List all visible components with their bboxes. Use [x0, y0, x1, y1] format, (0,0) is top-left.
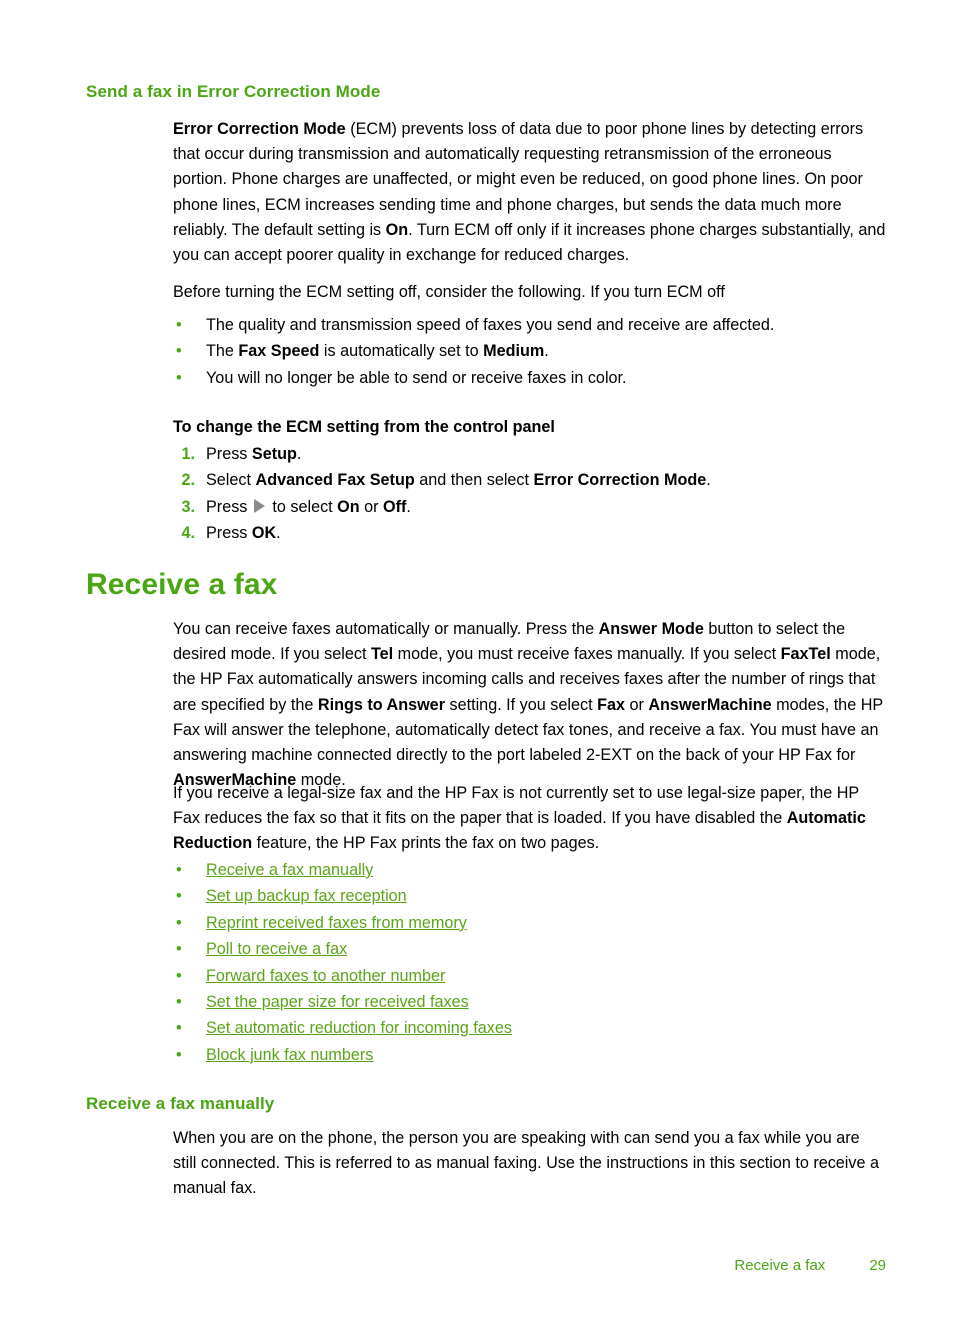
setup-bold: Setup	[251, 445, 297, 463]
numbered-step: 3. Press to select On or Off.	[173, 494, 887, 520]
error-correction-mode-bold: Error Correction Mode	[533, 471, 707, 490]
link-set-the-paper-size-for-received-faxes[interactable]: Set the paper size for received faxes	[206, 993, 469, 1011]
list-item-text: The	[206, 342, 239, 361]
footer-page-number: 29	[869, 1257, 886, 1274]
list-ecm-procedure: 1. Press Setup. 2. Select Advanced Fax Set…	[173, 441, 887, 547]
bullet-icon: •	[176, 966, 182, 985]
list-item: • Block junk fax numbers	[173, 1042, 887, 1068]
rcv-t6: or	[624, 695, 649, 714]
list-item-text: You will no longer be able to send or re…	[206, 368, 627, 387]
faxtel-bold: FaxTel	[780, 645, 831, 664]
bullet-icon: •	[176, 940, 182, 959]
legal-t2: feature, the HP Fax prints the fax on tw…	[252, 834, 600, 853]
list-item: • The quality and transmission speed of f…	[173, 312, 887, 338]
step-text: Press	[206, 524, 252, 543]
link-receive-a-fax-manually[interactable]: Receive a fax manually	[206, 861, 373, 879]
step-text-or: or	[359, 497, 384, 516]
rcv-t1: You can receive faxes automatically or m…	[173, 620, 599, 638]
list-item-text: The quality and transmission speed of fa…	[206, 316, 775, 334]
step-number: 3.	[181, 497, 195, 516]
footer-section-title: Receive a fax	[734, 1257, 826, 1274]
heading-receive-a-fax: Receive a fax	[86, 568, 278, 601]
numbered-step: 4. Press OK.	[173, 520, 887, 546]
list-ecm-effects: • The quality and transmission speed of f…	[173, 312, 887, 391]
link-block-junk-fax-numbers[interactable]: Block junk fax numbers	[206, 1046, 373, 1064]
right-arrow-icon	[253, 498, 265, 513]
list-item: • You will no longer be able to send or r…	[173, 365, 887, 391]
procedure-title-ecm: To change the ECM setting from the contr…	[173, 418, 555, 436]
step-text-mid: and then select	[414, 471, 534, 490]
numbered-step: 1. Press Setup.	[173, 441, 887, 467]
paragraph-ecm-description: Error Correction Mode (ECM) prevents los…	[173, 117, 887, 268]
numbered-step: 2. Select Advanced Fax Setup and then sel…	[173, 467, 887, 493]
step-text: Select	[206, 471, 256, 490]
bullet-icon: •	[176, 1045, 182, 1064]
bullet-icon: •	[176, 913, 182, 932]
ecm-default-on-bold: On	[385, 220, 409, 239]
document-page: Send a fax in Error Correction Mode Erro…	[0, 0, 954, 1321]
fax-speed-bold: Fax Speed	[238, 342, 320, 361]
off-bold: Off	[383, 497, 407, 516]
paragraph-receive-modes: You can receive faxes automatically or m…	[173, 617, 887, 793]
step-text-end: .	[406, 497, 411, 516]
list-item: • Set automatic reduction for incoming fa…	[173, 1015, 887, 1041]
answer-mode-bold: Answer Mode	[598, 620, 704, 638]
bullet-icon: •	[176, 316, 182, 334]
bullet-icon: •	[176, 992, 182, 1011]
list-item: • Reprint received faxes from memory	[173, 910, 887, 936]
step-text: Press	[206, 497, 252, 516]
heading-receive-a-fax-manually: Receive a fax manually	[86, 1094, 275, 1113]
ecm-term-bold: Error Correction Mode	[173, 120, 346, 138]
step-text: Press	[206, 445, 252, 463]
list-item-text-mid: is automatically set to	[319, 342, 484, 361]
link-set-automatic-reduction-for-incoming-faxes[interactable]: Set automatic reduction for incoming fax…	[206, 1019, 512, 1037]
fax-bold: Fax	[597, 695, 625, 714]
medium-bold: Medium	[483, 342, 545, 361]
list-item: • Forward faxes to another number	[173, 963, 887, 989]
bullet-icon: •	[176, 861, 182, 879]
legal-t1: If you receive a legal-size fax and the …	[173, 784, 859, 828]
step-text-post: .	[296, 445, 302, 463]
bullet-icon: •	[176, 1019, 182, 1038]
step-number: 1.	[181, 445, 195, 463]
step-text-post: .	[706, 471, 711, 490]
link-reprint-received-faxes-from-memory[interactable]: Reprint received faxes from memory	[206, 914, 467, 932]
list-item: • The Fax Speed is automatically set to M…	[173, 338, 887, 364]
answermachine-bold-1: AnswerMachine	[648, 695, 772, 714]
list-item: • Set up backup fax reception	[173, 883, 887, 909]
bullet-icon: •	[176, 342, 182, 361]
link-poll-to-receive-a-fax[interactable]: Poll to receive a fax	[206, 940, 347, 958]
step-number: 2.	[181, 471, 195, 490]
advanced-fax-setup-bold: Advanced Fax Setup	[255, 471, 415, 490]
paragraph-manual-faxing: When you are on the phone, the person yo…	[173, 1129, 879, 1198]
ok-bold: OK	[251, 524, 277, 543]
list-item: • Receive a fax manually	[173, 857, 887, 883]
list-item: • Poll to receive a fax	[173, 936, 887, 962]
list-item-text-post: .	[544, 342, 549, 361]
bullet-icon: •	[176, 887, 182, 906]
step-text-post: .	[276, 524, 281, 543]
paragraph-legal-size-reduction: If you receive a legal-size fax and the …	[173, 781, 887, 857]
step-text-mid: to select	[267, 497, 338, 516]
link-forward-faxes-to-another-number[interactable]: Forward faxes to another number	[206, 967, 445, 985]
rcv-t5: setting. If you select	[445, 695, 598, 714]
rcv-t3: mode, you must receive faxes manually. I…	[393, 645, 781, 664]
page-footer: Receive a fax 29	[0, 1257, 886, 1274]
paragraph-ecm-intro: Before turning the ECM setting off, cons…	[173, 283, 725, 301]
step-number: 4.	[181, 524, 195, 543]
bullet-icon: •	[176, 368, 182, 387]
heading-send-fax-ecm: Send a fax in Error Correction Mode	[86, 82, 381, 101]
on-bold: On	[337, 497, 360, 516]
list-item: • Set the paper size for received faxes	[173, 989, 887, 1015]
rings-to-answer-bold: Rings to Answer	[317, 695, 445, 714]
tel-bold: Tel	[370, 645, 394, 664]
list-receive-topics: • Receive a fax manually • Set up backup f…	[173, 857, 887, 1068]
link-set-up-backup-fax-reception[interactable]: Set up backup fax reception	[206, 887, 407, 905]
